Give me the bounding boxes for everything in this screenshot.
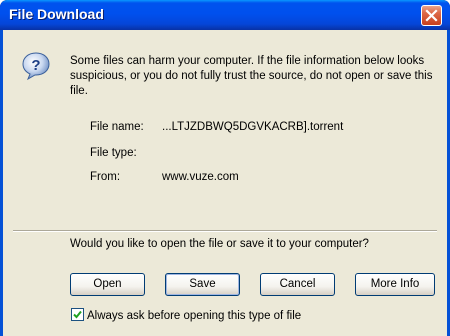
cancel-button[interactable]: Cancel xyxy=(260,273,335,296)
always-ask-label[interactable]: Always ask before opening this type of f… xyxy=(87,310,301,322)
always-ask-checkbox[interactable] xyxy=(71,308,84,321)
svg-text:?: ? xyxy=(31,57,40,74)
save-button[interactable]: Save xyxy=(165,273,240,296)
dialog-body: ? Some files can harm your computer. If … xyxy=(3,30,447,336)
close-button[interactable] xyxy=(421,5,442,26)
question-icon: ? xyxy=(22,52,50,81)
file-type-row: File type: xyxy=(90,147,162,159)
file-name-label: File name: xyxy=(90,121,144,133)
question-text: Would you like to open the file or save … xyxy=(70,238,369,250)
window-title: File Download xyxy=(9,6,104,22)
open-button[interactable]: Open xyxy=(70,273,145,296)
divider xyxy=(13,230,437,232)
title-bar[interactable]: File Download xyxy=(0,0,450,30)
file-name-value: ...LTJZDBWQ5DGVKACRB].torrent xyxy=(162,121,344,133)
from-value: www.vuze.com xyxy=(162,171,239,183)
file-download-dialog: File Download ? Some files can harm your… xyxy=(0,0,450,336)
from-label: From: xyxy=(90,171,121,183)
warning-text: Some files can harm your computer. If th… xyxy=(70,55,433,97)
file-name-row: File name: ...LTJZDBWQ5DGVKACRB].torrent xyxy=(90,121,343,133)
more-info-button[interactable]: More Info xyxy=(355,273,435,296)
always-ask-row: Always ask before opening this type of f… xyxy=(71,308,301,322)
close-icon xyxy=(425,9,438,22)
from-row: From: www.vuze.com xyxy=(90,171,239,183)
checkmark-icon xyxy=(73,310,82,319)
file-type-label: File type: xyxy=(90,147,137,159)
